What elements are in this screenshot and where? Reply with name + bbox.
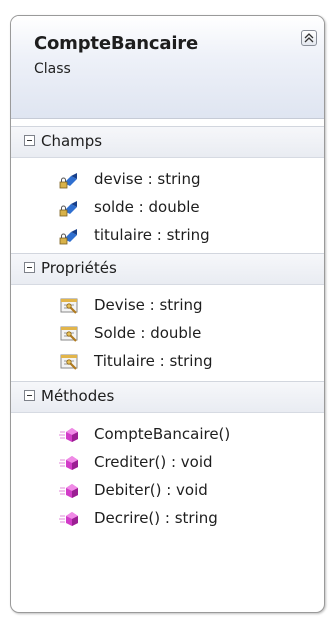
method-text: CompteBancaire() <box>94 425 231 443</box>
property-item[interactable]: Devise : string <box>11 292 324 320</box>
field-item[interactable]: devise : string <box>11 166 324 194</box>
field-text: devise : string <box>94 170 201 188</box>
property-text: Titulaire : string <box>94 352 213 370</box>
private-field-icon <box>59 173 77 189</box>
section-header-methods[interactable]: Méthodes <box>11 381 324 413</box>
section-label-properties: Propriétés <box>41 259 117 277</box>
property-icon <box>60 298 78 314</box>
minus-box-icon[interactable] <box>24 135 35 146</box>
private-field-icon <box>59 229 77 245</box>
method-item[interactable]: Crediter() : void <box>11 449 324 477</box>
section-header-fields[interactable]: Champs <box>11 126 324 158</box>
method-text: Crediter() : void <box>94 453 213 471</box>
field-text: solde : double <box>94 198 200 216</box>
property-item[interactable]: Titulaire : string <box>11 348 324 376</box>
field-item[interactable]: solde : double <box>11 194 324 222</box>
method-text: Decrire() : string <box>94 509 218 527</box>
class-header[interactable]: CompteBancaire Class <box>11 16 324 119</box>
method-item[interactable]: Decrire() : string <box>11 505 324 533</box>
class-box[interactable]: CompteBancaire Class Champs devise : str… <box>10 15 325 613</box>
method-icon <box>59 428 78 442</box>
property-icon <box>60 326 78 342</box>
collapse-button[interactable] <box>301 30 317 46</box>
method-item[interactable]: CompteBancaire() <box>11 421 324 449</box>
method-item[interactable]: Debiter() : void <box>11 477 324 505</box>
minus-box-icon[interactable] <box>24 390 35 401</box>
double-chevron-up-icon <box>304 33 314 43</box>
private-field-icon <box>59 201 77 217</box>
method-icon <box>59 512 78 526</box>
property-text: Devise : string <box>94 296 203 314</box>
method-icon <box>59 484 78 498</box>
property-item[interactable]: Solde : double <box>11 320 324 348</box>
field-item[interactable]: titulaire : string <box>11 222 324 250</box>
property-icon <box>60 354 78 370</box>
field-text: titulaire : string <box>94 226 210 244</box>
section-header-properties[interactable]: Propriétés <box>11 253 324 285</box>
section-label-methods: Méthodes <box>41 387 115 405</box>
minus-box-icon[interactable] <box>24 262 35 273</box>
class-kind: Class <box>34 61 71 77</box>
property-text: Solde : double <box>94 324 202 342</box>
method-icon <box>59 456 78 470</box>
method-text: Debiter() : void <box>94 481 208 499</box>
class-name: CompteBancaire <box>34 33 198 54</box>
section-label-fields: Champs <box>41 132 103 150</box>
